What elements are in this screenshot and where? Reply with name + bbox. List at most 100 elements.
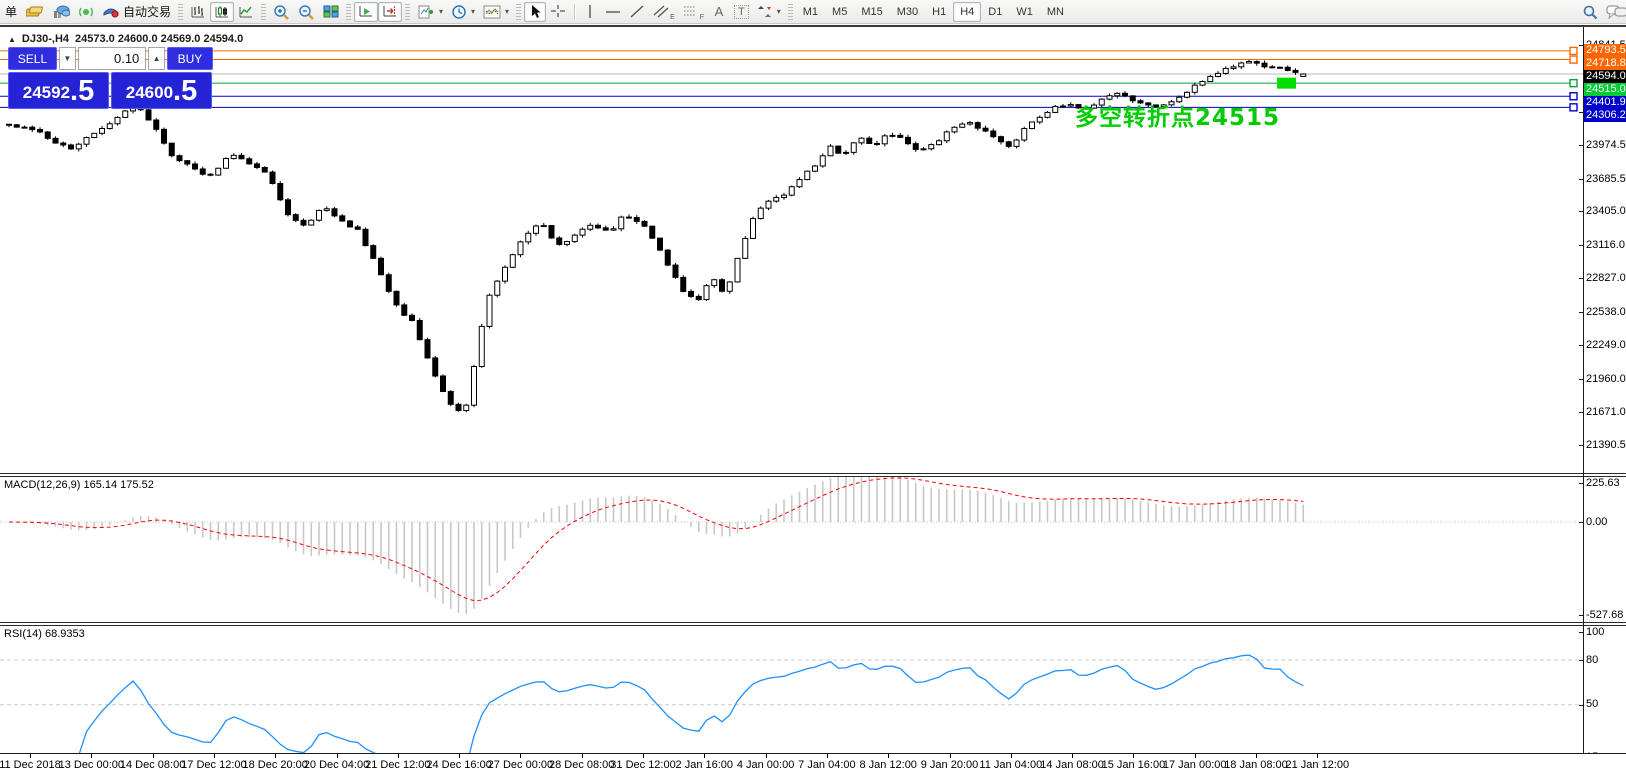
periods-dropdown-icon[interactable]: ▾: [471, 7, 475, 16]
bar-chart-icon: [190, 4, 206, 19]
cursor-arrow-icon: [528, 4, 542, 19]
periods-button[interactable]: ▾: [447, 2, 479, 22]
cursor-button[interactable]: [524, 2, 546, 22]
search-icon: [1582, 4, 1598, 20]
chart-title-row: ▲ DJ30-,H4 24573.0 24600.0 24569.0 24594…: [8, 33, 243, 45]
tickets-icon-button[interactable]: [22, 2, 48, 22]
timeframe-button-w1[interactable]: W1: [1009, 2, 1040, 22]
vertical-line-button[interactable]: [579, 2, 601, 22]
timeframe-button-h4[interactable]: H4: [953, 2, 981, 22]
text-button[interactable]: A: [708, 2, 730, 22]
one-click-trading-panel: SELL ▼ 0.10 ▲ BUY 24592 .5 24600 .5: [8, 47, 213, 109]
price-tick-label: 23405.0: [1586, 205, 1626, 217]
buy-price-pips: .5: [173, 77, 197, 106]
chat-button[interactable]: [1602, 2, 1626, 22]
chart-cloud-button[interactable]: [48, 2, 74, 22]
timeframe-button-m1[interactable]: M1: [796, 2, 825, 22]
trendline-button[interactable]: [625, 2, 649, 22]
templates-dropdown-icon[interactable]: ▾: [505, 7, 509, 16]
text-label-button[interactable]: T: [730, 2, 753, 22]
timeframe-button-d1[interactable]: D1: [981, 2, 1009, 22]
vertical-line-icon: [584, 4, 596, 19]
price-tick-label: 23685.5: [1586, 173, 1626, 185]
tile-windows-icon: [323, 4, 339, 19]
tile-windows-button[interactable]: [319, 2, 343, 22]
rsi-indicator-panel[interactable]: [0, 626, 1583, 774]
autotrading-button[interactable]: 自动交易: [98, 2, 175, 22]
timeframe-button-m30[interactable]: M30: [890, 2, 925, 22]
chart-cloud-icon: [52, 4, 70, 19]
new-order-button[interactable]: 单: [0, 2, 22, 22]
clock-icon: [451, 4, 467, 20]
time-axis-label: 21 Dec 12:00: [365, 759, 430, 771]
signal-button[interactable]: [74, 2, 98, 22]
turning-point-annotation[interactable]: 多空转折点24515: [1075, 98, 1280, 132]
macd-tick-label: 225.63: [1586, 477, 1620, 489]
collapse-arrow-icon[interactable]: ▲: [8, 35, 16, 44]
volume-input[interactable]: 0.10: [78, 47, 147, 70]
fibonacci-icon: [683, 4, 699, 19]
tickets-icon: [26, 5, 44, 19]
auto-scroll-icon: [358, 4, 374, 19]
candlestick-chart-icon: [214, 4, 230, 19]
line-chart-button[interactable]: [234, 2, 258, 22]
time-axis-label: 2 Jan 16:00: [676, 759, 734, 771]
auto-scroll-button[interactable]: [354, 2, 378, 22]
macd-axis[interactable]: 225.630.00-527.68: [1584, 477, 1626, 622]
price-tick-label: 23116.0: [1586, 239, 1625, 251]
template-chart-icon: [483, 5, 501, 19]
trading-platform-window: 单 自动交易: [0, 0, 1626, 774]
macd-indicator-panel[interactable]: [0, 477, 1583, 622]
chart-shift-button[interactable]: [378, 2, 402, 22]
price-tick-label: 21960.0: [1586, 373, 1626, 385]
timeframe-group: M1M5M15M30H1H4D1W1MN: [796, 2, 1071, 22]
step-down-icon: ▼: [63, 54, 71, 63]
arrows-button[interactable]: ▾: [753, 2, 785, 22]
bar-chart-button[interactable]: [186, 2, 210, 22]
autotrading-label: 自动交易: [123, 3, 171, 20]
price-line-label: 24401.9: [1584, 96, 1626, 109]
volume-decrease-button[interactable]: ▼: [59, 47, 76, 70]
search-button[interactable]: [1578, 2, 1602, 22]
time-axis-label: 11 Dec 2018: [0, 759, 61, 771]
new-chart-dropdown-icon[interactable]: ▾: [439, 7, 443, 16]
new-order-label: 单: [5, 3, 17, 20]
zoom-in-icon: [273, 4, 290, 20]
rsi-axis[interactable]: 1008050150: [1584, 626, 1626, 774]
volume-increase-button[interactable]: ▲: [148, 47, 165, 70]
timeframe-button-m15[interactable]: M15: [854, 2, 889, 22]
price-tick-label: 22827.0: [1586, 272, 1626, 284]
horizontal-line-button[interactable]: [601, 2, 625, 22]
channel-icon: [653, 4, 669, 19]
time-axis[interactable]: 11 Dec 201813 Dec 00:0014 Dec 08:0017 De…: [0, 753, 1626, 774]
price-line-label: 24515.0: [1584, 83, 1626, 96]
price-tick-label: 23974.5: [1586, 139, 1626, 151]
time-axis-label: 11 Jan 04:00: [979, 759, 1042, 771]
time-axis-label: 17 Jan 00:00: [1163, 759, 1227, 771]
buy-price-box[interactable]: 24600 .5: [111, 72, 212, 109]
timeframe-button-mn[interactable]: MN: [1040, 2, 1071, 22]
zoom-in-button[interactable]: [269, 2, 294, 22]
fibonacci-button[interactable]: F: [679, 2, 708, 22]
timeframe-button-m5[interactable]: M5: [825, 2, 854, 22]
templates-button[interactable]: ▾: [479, 2, 513, 22]
sell-price-pips: .5: [70, 77, 94, 106]
chart-shift-icon: [382, 4, 398, 19]
sell-price-box[interactable]: 24592 .5: [8, 72, 109, 109]
arrows-dropdown-icon[interactable]: ▾: [777, 7, 781, 16]
price-line-label: 24793.5: [1584, 44, 1626, 57]
timeframe-button-h1[interactable]: H1: [925, 2, 953, 22]
crosshair-button[interactable]: [546, 2, 570, 22]
price-line-label: 24718.8: [1584, 57, 1626, 70]
rsi-label: RSI(14) 68.9353: [4, 628, 85, 640]
candlestick-chart-button[interactable]: [210, 2, 234, 22]
main-price-chart[interactable]: [0, 27, 1583, 449]
buy-button[interactable]: BUY: [167, 47, 213, 70]
rsi-tick-label: 80: [1586, 654, 1598, 666]
zoom-out-button[interactable]: [294, 2, 319, 22]
main-price-axis[interactable]: 24841.524263.523974.523685.523405.023116…: [1584, 27, 1626, 473]
time-axis-label: 18 Dec 20:00: [242, 759, 307, 771]
sell-button[interactable]: SELL: [8, 47, 57, 70]
equidistant-channel-button[interactable]: E: [649, 2, 679, 22]
new-chart-button[interactable]: ▾: [413, 2, 447, 22]
